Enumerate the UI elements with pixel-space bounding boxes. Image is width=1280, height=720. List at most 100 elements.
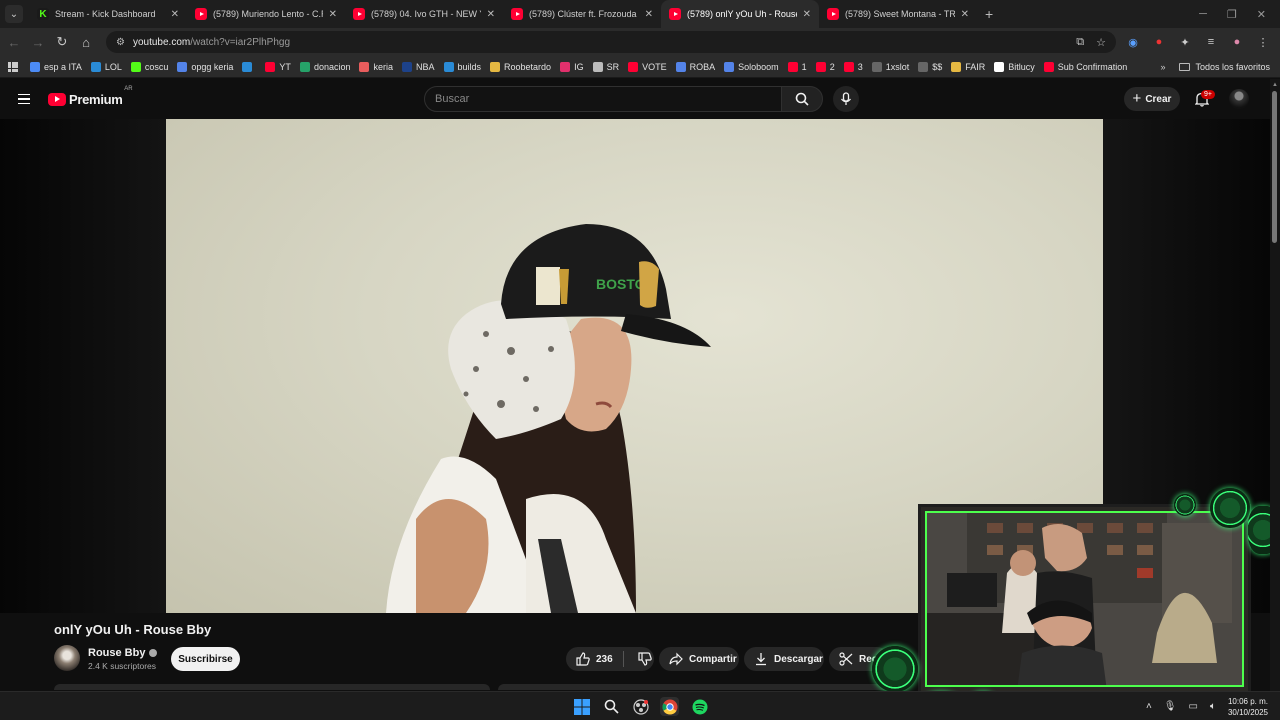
close-window-icon[interactable]: ✕ xyxy=(1257,8,1266,21)
extensions-puzzle-icon[interactable]: ✦ xyxy=(1178,36,1192,49)
all-bookmarks-label: Todos los favoritos xyxy=(1195,61,1270,72)
like-dislike-group: 236 xyxy=(566,647,654,671)
bookmark-label: YT xyxy=(279,61,291,72)
install-app-icon[interactable]: ⧉ xyxy=(1076,36,1084,49)
scroll-up-icon[interactable]: ▲ xyxy=(1272,82,1278,88)
bookmark-label: coscu xyxy=(144,61,169,72)
bookmark-item[interactable]: 2 xyxy=(815,61,835,72)
kick-favicon-icon: K xyxy=(37,8,49,20)
extension-icon[interactable]: ◉ xyxy=(1126,36,1140,49)
browser-tab[interactable]: K Stream - Kick Dashboard ✕ xyxy=(29,0,187,28)
like-icon[interactable] xyxy=(576,652,590,666)
menu-icon[interactable] xyxy=(18,93,30,105)
site-info-icon[interactable]: ⚙ xyxy=(116,37,125,48)
download-button[interactable]: Descargar xyxy=(744,647,824,671)
bookmark-item[interactable]: Soloboom xyxy=(724,61,779,72)
reload-icon[interactable]: ↻ xyxy=(50,34,74,50)
account-avatar[interactable] xyxy=(1229,89,1249,109)
tab-search-icon[interactable]: ⌄ xyxy=(5,5,23,23)
dislike-icon[interactable] xyxy=(638,652,652,666)
chrome-icon[interactable] xyxy=(660,697,679,716)
tray-overflow-icon[interactable]: ˄ xyxy=(1146,701,1152,712)
bookmark-item[interactable]: 1xslot xyxy=(871,61,909,72)
channel-avatar[interactable] xyxy=(54,645,80,671)
scrollbar-thumb[interactable] xyxy=(1272,91,1277,243)
bookmark-item[interactable]: FAIR xyxy=(951,61,985,72)
bookmark-item[interactable]: NBA xyxy=(402,61,435,72)
all-bookmarks-folder[interactable]: Todos los favoritos xyxy=(1179,62,1270,72)
bookmark-item[interactable]: ROBA xyxy=(675,61,716,72)
tab-title: (5789) Muriendo Lento - C.R.O xyxy=(213,9,323,19)
page-scrollbar[interactable]: ▲ xyxy=(1270,79,1280,720)
channel-name-row[interactable]: Rouse Bby xyxy=(88,647,158,659)
forward-icon[interactable]: → xyxy=(26,35,50,50)
subscribe-button[interactable]: Suscribirse xyxy=(171,647,240,671)
tab-close-icon[interactable]: ✕ xyxy=(645,9,653,20)
bookmark-item[interactable]: VOTE xyxy=(628,61,667,72)
browser-tab[interactable]: (5789) 04. Ivo GTH - NEW YORK ✕ xyxy=(345,0,503,28)
bookmark-item[interactable]: YT xyxy=(265,61,291,72)
browser-tab-active[interactable]: (5789) onlY yOu Uh - Rouse Bby ✕ xyxy=(661,0,819,28)
clock[interactable]: 10:06 p. m. 30/10/2025 xyxy=(1228,696,1268,718)
bookmark-item[interactable]: SR xyxy=(592,61,619,72)
tab-close-icon[interactable]: ✕ xyxy=(329,9,337,20)
minimize-icon[interactable]: ─ xyxy=(1199,8,1207,21)
bookmark-item[interactable]: $$ xyxy=(918,61,942,72)
home-icon[interactable]: ⌂ xyxy=(74,35,98,50)
tray-mic-icon[interactable]: 🎙︎ xyxy=(1164,701,1177,712)
bookmark-item[interactable]: donacion xyxy=(299,61,350,72)
bookmark-favicon-icon xyxy=(265,61,276,72)
bookmark-item[interactable]: LOL xyxy=(90,61,122,72)
volume-icon[interactable]: 🔈︎ xyxy=(1210,701,1216,712)
bookmark-favicon-icon xyxy=(628,61,639,72)
windows-start-icon[interactable] xyxy=(572,697,591,716)
bookmarks-overflow-button[interactable]: » xyxy=(1160,62,1165,72)
bookmark-label: ROBA xyxy=(689,61,716,72)
maximize-icon[interactable]: ❐ xyxy=(1227,8,1237,21)
media-control-icon[interactable]: ≡ xyxy=(1204,36,1218,49)
share-button[interactable]: Compartir xyxy=(659,647,739,671)
browser-tab[interactable]: (5789) Sweet Montana - TRISTE ✕ xyxy=(819,0,977,28)
bookmark-favicon-icon xyxy=(90,61,101,72)
microphone-icon xyxy=(840,92,852,105)
bookmark-item[interactable]: Sub Confirmation xyxy=(1043,61,1127,72)
address-bar[interactable]: ⚙ youtube.com/watch?v=iar2PlhPhgg ⧉ ☆ xyxy=(106,31,1116,53)
bookmark-item[interactable]: coscu xyxy=(130,61,169,72)
tab-close-icon[interactable]: ✕ xyxy=(961,9,969,20)
bookmark-item[interactable] xyxy=(242,61,256,72)
browser-tab[interactable]: (5789) Muriendo Lento - C.R.O ✕ xyxy=(187,0,345,28)
spotify-icon[interactable] xyxy=(690,697,709,716)
bookmark-item[interactable]: esp a ITA xyxy=(30,61,82,72)
bookmark-item[interactable]: keria xyxy=(359,61,393,72)
bookmark-favicon-icon xyxy=(1043,61,1054,72)
bookmark-item[interactable]: Bitlucy xyxy=(994,61,1035,72)
bookmark-item[interactable]: IG xyxy=(560,61,584,72)
profile-icon[interactable]: ● xyxy=(1230,36,1244,49)
taskbar-search-icon[interactable] xyxy=(602,697,621,716)
bookmark-star-icon[interactable]: ☆ xyxy=(1096,36,1106,49)
browser-tab[interactable]: (5789) Clúster ft. Frozouda - TO ✕ xyxy=(503,0,661,28)
tab-close-icon[interactable]: ✕ xyxy=(803,9,811,20)
browser-menu-icon[interactable]: ⋮ xyxy=(1256,36,1270,49)
search-button[interactable] xyxy=(781,86,823,112)
network-icon[interactable]: ▭ xyxy=(1189,701,1198,712)
search-input[interactable]: Buscar xyxy=(424,86,782,112)
bookmark-item[interactable]: builds xyxy=(443,61,481,72)
tab-close-icon[interactable]: ✕ xyxy=(171,9,179,20)
apps-grid-icon[interactable] xyxy=(8,61,18,72)
channel-name[interactable]: Rouse Bby xyxy=(88,647,145,659)
bookmark-item[interactable]: 1 xyxy=(787,61,807,72)
voice-search-button[interactable] xyxy=(833,86,859,112)
like-count[interactable]: 236 xyxy=(596,654,613,665)
create-button[interactable]: + Crear xyxy=(1124,87,1180,111)
new-tab-button[interactable]: + xyxy=(985,6,993,22)
bookmark-item[interactable]: 3 xyxy=(843,61,863,72)
bookmark-item[interactable]: Roobetardo xyxy=(490,61,551,72)
extension-red-icon[interactable]: ● xyxy=(1152,36,1166,49)
bookmark-item[interactable]: opgg keria xyxy=(177,61,233,72)
youtube-logo[interactable]: Premium AR xyxy=(48,86,133,107)
obs-icon[interactable] xyxy=(631,697,650,716)
tab-close-icon[interactable]: ✕ xyxy=(487,9,495,20)
youtube-favicon-icon xyxy=(353,8,365,20)
back-icon[interactable]: ← xyxy=(2,35,26,50)
